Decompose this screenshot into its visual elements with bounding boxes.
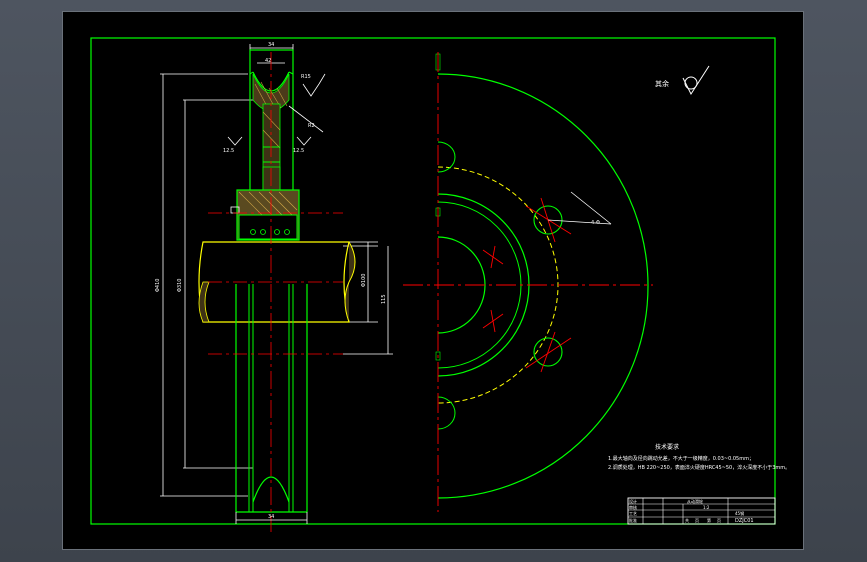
dim-bottom-width: 34 <box>268 514 274 520</box>
roughness-b: 12.5 <box>293 148 304 154</box>
drawing-border <box>90 37 776 525</box>
svg-text:页: 页 <box>717 518 721 523</box>
svg-text:DZJC01: DZJC01 <box>735 518 754 524</box>
svg-text:技术要求: 技术要求 <box>655 443 679 451</box>
technical-requirements: 技术要求 1.最大轴向及径向跳动允差，不大于一级精度，0.03~0.05mm； … <box>608 443 790 471</box>
svg-text:第: 第 <box>707 517 711 523</box>
dim-holes: 4-Φ <box>591 220 600 226</box>
svg-text:页: 页 <box>695 518 699 523</box>
dim-overall-dia: Φ410 <box>155 279 161 292</box>
svg-text:1.最大轴向及径向跳动允差，不大于一级精度，0.03~0.0: 1.最大轴向及径向跳动允差，不大于一级精度，0.03~0.05mm； <box>608 455 754 462</box>
dim-fillet: R2 <box>308 123 315 129</box>
roughness-note: 其余 <box>655 65 710 96</box>
svg-text:1:2: 1:2 <box>703 505 710 510</box>
svg-text:工艺: 工艺 <box>629 511 637 516</box>
svg-text:从动滑轮: 从动滑轮 <box>687 498 703 504</box>
svg-text:设计: 设计 <box>629 498 637 504</box>
svg-text:批准: 批准 <box>629 517 637 523</box>
cad-drawing: 34 42 R15 R2 12.5 12.5 Φ410 Φ310 Φ100 11… <box>90 37 790 532</box>
cad-drawing-canvas[interactable]: 34 42 R15 R2 12.5 12.5 Φ410 Φ310 Φ100 11… <box>63 12 803 549</box>
title-block: 设计 审核 工艺 批准 从动滑轮 1:2 45钢 DZJC01 共 页 第 页 <box>627 497 776 525</box>
dim-hub: 115 <box>381 294 387 304</box>
dim-310: Φ310 <box>177 279 183 292</box>
svg-text:其余: 其余 <box>655 79 669 88</box>
roughness-a: 12.5 <box>223 148 234 154</box>
svg-text:共: 共 <box>685 517 689 523</box>
svg-text:审核: 审核 <box>629 504 637 510</box>
dim-groove-width: 42 <box>265 58 271 64</box>
svg-text:2.调质处理，HB 220~250，表面淬火硬度HRC45~: 2.调质处理，HB 220~250，表面淬火硬度HRC45~50，淬火深度不小于… <box>608 464 790 471</box>
front-view <box>403 52 653 512</box>
section-view <box>160 44 393 532</box>
svg-text:45钢: 45钢 <box>735 510 744 516</box>
dim-top-width: 34 <box>268 42 274 48</box>
dim-groove-radius: R15 <box>301 74 311 80</box>
dim-bore: Φ100 <box>361 274 367 287</box>
